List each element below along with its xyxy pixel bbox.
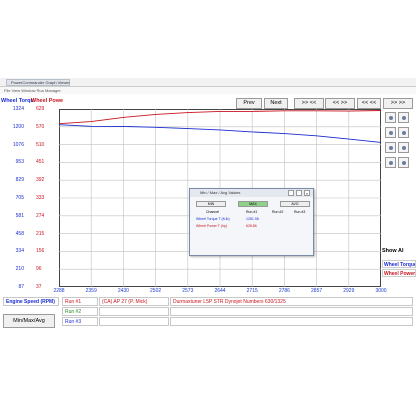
wheel-torque-header: Wheel Torqu — [1, 98, 34, 104]
run1-note: Durmaxtuner L5P STR Dynojet Numbers 630/… — [170, 297, 413, 306]
tab-max[interactable]: MAX — [238, 201, 268, 207]
dialog-channel-header: Channel — [206, 210, 220, 214]
side-tool-button[interactable] — [385, 127, 396, 138]
x-tick-label: 2288 — [53, 288, 65, 294]
nav-button-2[interactable]: << >> — [325, 98, 355, 109]
tool-icon — [389, 146, 393, 150]
tool-icon — [402, 131, 406, 135]
power-tick-label: 96 — [36, 266, 42, 273]
tab-min[interactable]: MIN — [196, 201, 226, 207]
x-tick-label: 2359 — [85, 288, 97, 294]
dialog-minimize-button[interactable] — [288, 190, 294, 196]
dialog-col-run2: Run #2 — [272, 210, 284, 214]
power-tick-label: 570 — [36, 123, 45, 130]
run3-note — [170, 317, 413, 326]
tab-avg[interactable]: AVG — [280, 201, 310, 207]
x-tick-label: 2430 — [117, 288, 129, 294]
window-tab-label: PowerCommander Graph Viewer — [11, 80, 70, 85]
dialog-row-power-value: 628.86 — [246, 224, 257, 228]
dialog-row-power-name: Wheel Power T (hp) — [196, 224, 227, 228]
power-tick-label: 37 — [36, 284, 42, 290]
power-tick-label: 629 — [36, 106, 45, 112]
side-tool-button[interactable] — [398, 112, 409, 123]
power-tick-label: 156 — [36, 248, 45, 255]
nav-button-1[interactable]: >> << — [294, 98, 324, 109]
menu-bar[interactable]: File View Window Run Manager — [0, 87, 416, 94]
x-tick-label: 2573 — [182, 288, 194, 294]
side-tool-button[interactable] — [398, 157, 409, 168]
engine-speed-label[interactable]: Engine Speed (RPM) — [3, 297, 59, 306]
run1-label: Run #1 — [62, 297, 98, 306]
show-all-label[interactable]: Show Al — [382, 248, 404, 254]
side-tool-button[interactable] — [385, 112, 396, 123]
x-tick-label: 3000 — [375, 288, 387, 294]
run2-note — [170, 307, 413, 316]
x-tick-label: 2715 — [246, 288, 258, 294]
power-tick-label: 451 — [36, 159, 45, 166]
side-tool-button[interactable] — [398, 127, 409, 138]
dialog-col-run3: Run #3 — [294, 210, 306, 214]
tool-icon — [402, 161, 406, 165]
prev-button[interactable]: Prev — [236, 98, 262, 109]
nav-button-3[interactable]: << << — [357, 98, 381, 109]
side-tool-button[interactable] — [385, 142, 396, 153]
x-tick-label: 2502 — [150, 288, 162, 294]
tool-icon — [389, 161, 393, 165]
side-tool-button[interactable] — [398, 142, 409, 153]
window-tab[interactable]: PowerCommander Graph Viewer — [6, 79, 70, 86]
min-max-avg-dialog: Min / Max / Avg Values × MIN MAX AVG Cha… — [189, 188, 314, 256]
power-tick-label: 333 — [36, 195, 45, 201]
power-tick-label: 392 — [36, 177, 45, 184]
wheel-power-header: Wheel Powe — [31, 98, 64, 104]
dialog-title: Min / Max / Avg Values — [190, 189, 313, 197]
run3-label: Run #3 — [62, 317, 98, 326]
run2-value[interactable] — [99, 307, 169, 316]
x-tick-label: 2929 — [343, 288, 355, 294]
tool-icon — [389, 116, 393, 120]
next-button[interactable]: Next — [264, 98, 288, 109]
window-titlebar: PowerCommander Graph Viewer — [0, 78, 416, 87]
power-tick-label: 274 — [36, 212, 45, 219]
tool-icon — [402, 116, 406, 120]
x-tick-label: 2786 — [278, 288, 290, 294]
side-tool-button[interactable] — [385, 157, 396, 168]
dialog-close-button[interactable]: × — [304, 190, 310, 196]
x-tick-label: 2644 — [214, 288, 226, 294]
run1-value[interactable]: (CA) AP 27 (P. Mick) — [99, 297, 169, 306]
nav-button-4[interactable]: >> >> — [383, 98, 413, 109]
min-max-avg-button[interactable]: Min/Max/Avg — [3, 314, 55, 328]
power-tick-label: 510 — [36, 141, 45, 148]
run3-value[interactable] — [99, 317, 169, 326]
tool-icon — [389, 131, 393, 135]
dialog-col-run1: Run #1 — [246, 210, 258, 214]
legend-power[interactable]: Wheel Power T — [382, 269, 416, 277]
power-tick-label: 215 — [36, 230, 45, 237]
x-tick-label: 2857 — [311, 288, 323, 294]
dialog-maximize-button[interactable] — [296, 190, 302, 196]
tool-icon — [402, 146, 406, 150]
dialog-row-torque-value: 1281.98 — [246, 217, 259, 221]
run2-label: Run #2 — [62, 307, 98, 316]
dialog-row-torque-name: Wheel Torque T (ft-lb) — [196, 217, 230, 221]
legend-torque[interactable]: Wheel Torque — [382, 260, 416, 268]
